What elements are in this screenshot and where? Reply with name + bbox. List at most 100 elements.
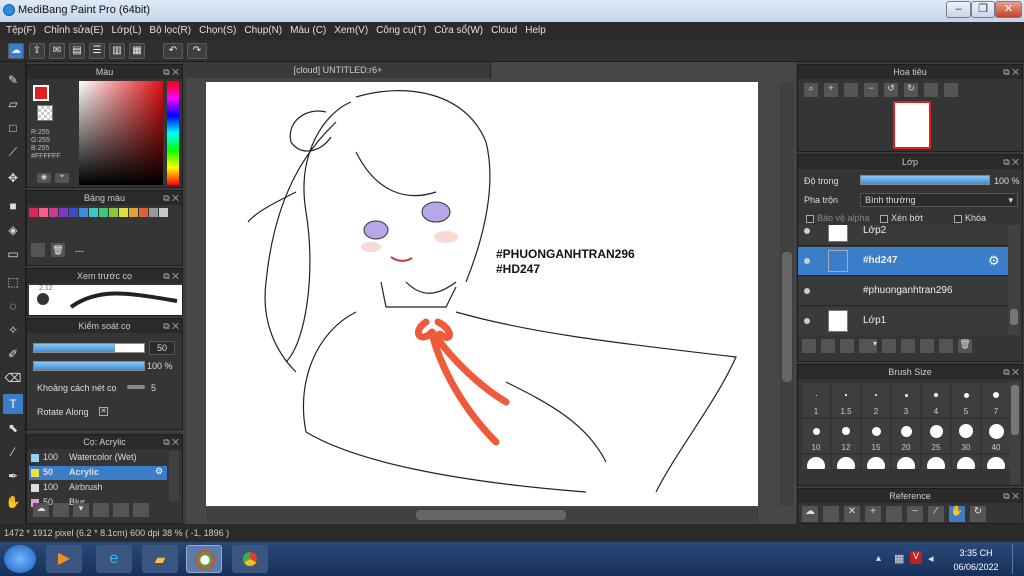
menu-select[interactable]: Chọn(S)	[197, 22, 242, 40]
menu-help[interactable]: Help	[523, 22, 552, 40]
rectangle-tool-icon[interactable]: □	[3, 118, 23, 138]
layer-row[interactable]: Lớp1	[798, 307, 1008, 335]
share-icon[interactable]: ⇪	[29, 43, 45, 59]
brush-size-slider[interactable]	[33, 343, 145, 353]
add-layer-menu-icon[interactable]: ▾	[859, 339, 877, 353]
palette-swatch[interactable]	[149, 208, 158, 217]
layer-scroll-thumb[interactable]	[1010, 309, 1018, 325]
palette-swatch[interactable]	[79, 208, 88, 217]
select-pen-tool-icon[interactable]: ✐	[3, 344, 23, 364]
operation-tool-icon[interactable]: ⬉	[3, 418, 23, 438]
redo-icon[interactable]: ↷	[187, 43, 207, 59]
layer-scrollbar[interactable]	[1008, 225, 1020, 335]
brush-size-cell[interactable]: 12	[832, 419, 860, 453]
gear-icon[interactable]: ⚙	[988, 253, 1000, 269]
brush-size-cell[interactable]: 10	[802, 419, 830, 453]
delete-layer-icon[interactable]: 🗑	[958, 339, 972, 353]
panel-close-icon[interactable]: ⧉ ✕	[163, 435, 179, 449]
layer-opacity-slider[interactable]	[860, 175, 990, 185]
clipping-option[interactable]: Xén bớt	[880, 213, 923, 223]
palette-swatch[interactable]	[139, 208, 148, 217]
tray-arrow-icon[interactable]: ▴	[876, 553, 881, 564]
menu-cloud[interactable]: Cloud	[489, 22, 523, 40]
foreground-color-swatch[interactable]	[33, 85, 49, 101]
protect-alpha-option[interactable]: Bảo vệ alpha	[806, 213, 870, 223]
palette-swatch[interactable]	[109, 208, 118, 217]
eyedropper-tool-icon[interactable]: ⁄	[3, 442, 23, 462]
palette-swatch[interactable]	[159, 208, 168, 217]
clock-time[interactable]: 3:35 CH	[954, 548, 998, 558]
brush-size-cell[interactable]: 15	[862, 419, 890, 453]
layers-icon[interactable]: ▥	[109, 43, 125, 59]
maximize-button[interactable]: ❐	[971, 1, 995, 18]
panel-close-icon[interactable]: ⧉ ✕	[1003, 365, 1019, 379]
menu-capture[interactable]: Chụp(N)	[242, 22, 288, 40]
document-tab[interactable]: [cloud] UNTITLED:r6+	[186, 62, 491, 78]
ref-zoom-in-icon[interactable]: +	[865, 506, 881, 522]
brush-size-cell[interactable]: 5	[952, 383, 980, 417]
zoom-out-icon[interactable]: −	[864, 83, 878, 97]
brush-size-cell[interactable]: 30	[952, 419, 980, 453]
zoom-fit-icon[interactable]: ⌕	[804, 83, 818, 97]
brush-size-cell[interactable]: 1	[802, 383, 830, 417]
horizontal-scrollbar[interactable]	[206, 508, 758, 522]
palette-swatch[interactable]	[29, 208, 38, 217]
delete-brush-icon[interactable]	[133, 503, 149, 517]
brush-size-cell[interactable]	[862, 455, 890, 469]
new-brush-icon[interactable]	[53, 503, 69, 517]
hue-slider[interactable]	[167, 81, 179, 185]
brush-size-scroll-thumb[interactable]	[1011, 385, 1019, 435]
palette-swatch[interactable]	[119, 208, 128, 217]
palette-swatch[interactable]	[69, 208, 78, 217]
add-brush-icon[interactable]: ▾	[73, 503, 89, 517]
brush-size-cell[interactable]	[802, 455, 830, 469]
blend-mode-select[interactable]: Bình thường ▾	[860, 193, 1018, 207]
layer-mask-icon[interactable]	[939, 339, 953, 353]
select-tool-icon[interactable]: ⬚	[3, 272, 23, 292]
layer-row-selected[interactable]: #hd247 ⚙	[798, 247, 1008, 276]
cloud-brush-icon[interactable]: ☁	[33, 503, 49, 517]
merge-layer-icon[interactable]	[920, 339, 934, 353]
panel-close-icon[interactable]: ⧉ ✕	[1003, 155, 1019, 169]
new-8bit-layer-icon[interactable]	[840, 339, 854, 353]
new-palette-icon[interactable]	[31, 243, 45, 257]
panel-close-icon[interactable]: ⧉ ✕	[163, 191, 179, 205]
hand-tool-icon[interactable]: ✋	[3, 492, 23, 512]
reset-rotate-icon[interactable]	[924, 83, 938, 97]
brush-tool-icon[interactable]: ✎	[3, 70, 23, 90]
brush-size-cell[interactable]	[892, 455, 920, 469]
vietnamese-input-icon[interactable]: V	[910, 551, 922, 564]
rotate-along-checkbox[interactable]: ✕	[99, 407, 108, 416]
ref-eyedropper-icon[interactable]: ⁄	[928, 506, 944, 522]
document-icon[interactable]: ▤	[69, 43, 85, 59]
list-icon[interactable]: ☰	[89, 43, 105, 59]
palette-swatch[interactable]	[89, 208, 98, 217]
ref-rotate-icon[interactable]: ↻	[970, 506, 986, 522]
brush-size-cell[interactable]: 4	[922, 383, 950, 417]
close-reference-icon[interactable]: ✕	[844, 506, 860, 522]
file-explorer-icon[interactable]: ▰	[142, 545, 178, 573]
grid-icon[interactable]: ▦	[129, 43, 145, 59]
eye-icon[interactable]	[804, 258, 810, 264]
eyedrop-icon[interactable]: ⌖	[55, 173, 69, 183]
navigator-thumbnail[interactable]	[893, 101, 931, 149]
medibang-taskbar-icon[interactable]	[186, 545, 222, 573]
brush-list-item[interactable]: 100 Airbrush	[29, 481, 167, 495]
close-button[interactable]: ✕	[995, 1, 1022, 18]
gear-icon[interactable]: ⚙	[155, 466, 163, 477]
vertical-scroll-thumb[interactable]	[782, 252, 792, 382]
menu-filter[interactable]: Bộ lọc(R)	[147, 22, 197, 40]
volume-icon[interactable]: ◂	[928, 552, 934, 565]
fill-rect-tool-icon[interactable]: ■	[3, 196, 23, 216]
brush-size-cell[interactable]: 1.5	[832, 383, 860, 417]
bucket-tool-icon[interactable]: ◈	[3, 220, 23, 240]
trash-icon[interactable]: 🗑	[51, 243, 65, 257]
rotate-left-icon[interactable]: ↺	[884, 83, 898, 97]
eye-icon[interactable]	[804, 288, 810, 294]
brush-size-cell[interactable]: 2	[862, 383, 890, 417]
ref-fit-icon[interactable]	[886, 506, 902, 522]
folder-icon[interactable]	[113, 503, 129, 517]
chrome-icon[interactable]	[232, 545, 268, 573]
layer-folder-icon[interactable]	[882, 339, 896, 353]
brush-size-cell[interactable]: 40	[982, 419, 1010, 453]
